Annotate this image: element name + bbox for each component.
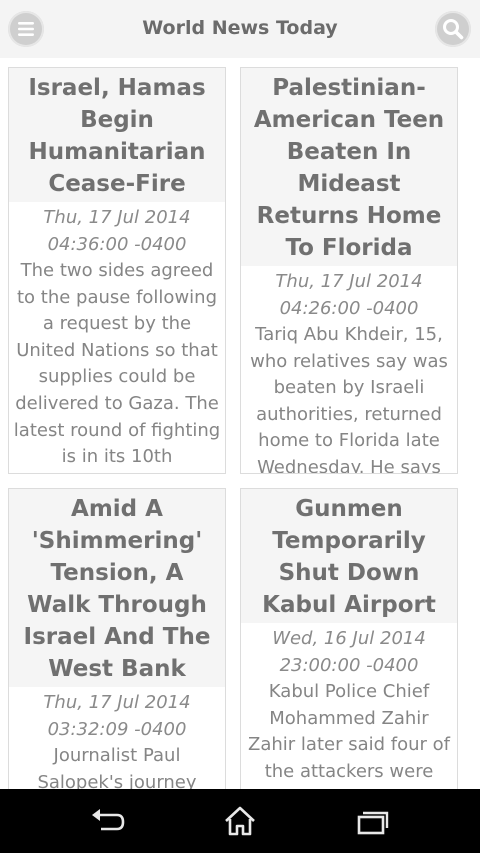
back-button[interactable] xyxy=(77,801,137,841)
article-date: Wed, 16 Jul 2014 23:00:00 -0400 xyxy=(272,628,426,676)
article-description: Tariq Abu Khdeir, 15, who relatives say … xyxy=(250,324,448,474)
search-button[interactable] xyxy=(435,11,471,47)
article-date: Thu, 17 Jul 2014 04:36:00 -0400 xyxy=(43,207,191,255)
page-title: World News Today xyxy=(142,17,338,39)
article-description: Kabul Police Chief Mohammed Zahir Zahir … xyxy=(248,681,450,782)
article-date: Thu, 17 Jul 2014 03:32:09 -0400 xyxy=(43,692,191,740)
news-card[interactable]: Amid A 'Shimmering' Tension, A Walk Thro… xyxy=(8,488,226,789)
news-card[interactable]: Israel, Hamas Begin Humanitarian Cease-F… xyxy=(8,67,226,474)
home-icon xyxy=(225,806,255,836)
back-icon xyxy=(92,809,125,831)
article-date: Thu, 17 Jul 2014 04:26:00 -0400 xyxy=(275,271,423,319)
news-card[interactable]: Palestinian-American Teen Beaten In Mide… xyxy=(240,67,458,474)
article-title: Israel, Hamas Begin Humanitarian Cease-F… xyxy=(9,68,225,202)
system-nav-bar xyxy=(0,789,480,853)
recent-apps-icon xyxy=(357,811,389,835)
article-description: The two sides agreed to the pause follow… xyxy=(13,260,221,468)
search-icon xyxy=(443,19,464,40)
app-bar: World News Today xyxy=(0,0,480,59)
recent-apps-button[interactable] xyxy=(343,801,403,841)
article-title: Gunmen Temporarily Shut Down Kabul Airpo… xyxy=(241,489,457,623)
article-description: Journalist Paul Salopek's journey xyxy=(37,745,197,789)
news-card[interactable]: Gunmen Temporarily Shut Down Kabul Airpo… xyxy=(240,488,458,789)
news-grid: Israel, Hamas Begin Humanitarian Cease-F… xyxy=(0,58,480,789)
article-title: Palestinian-American Teen Beaten In Mide… xyxy=(241,68,457,266)
article-title: Amid A 'Shimmering' Tension, A Walk Thro… xyxy=(9,489,225,687)
home-button[interactable] xyxy=(210,801,270,841)
